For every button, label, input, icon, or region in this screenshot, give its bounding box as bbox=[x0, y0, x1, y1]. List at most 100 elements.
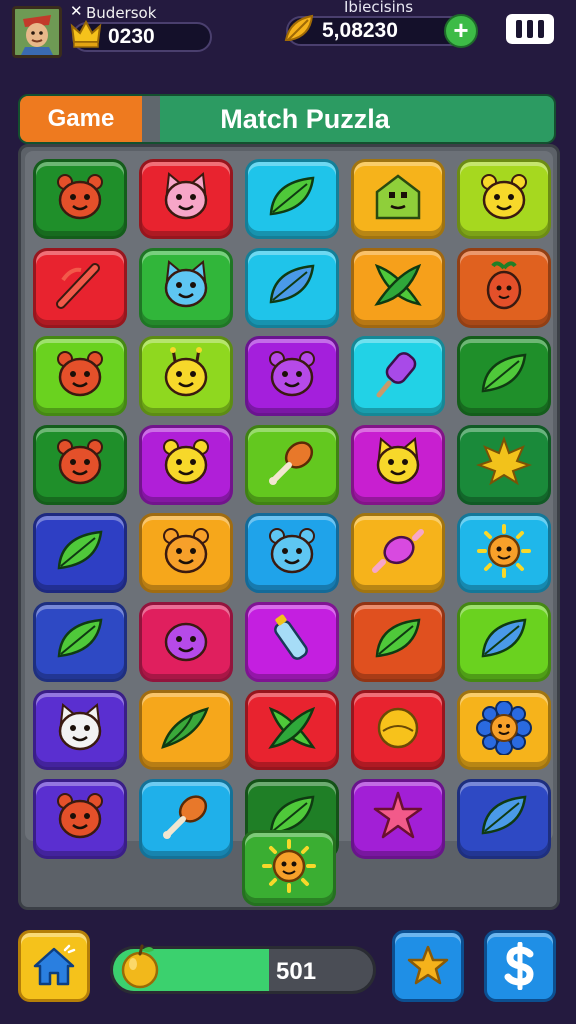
pause-icon-bar bbox=[538, 20, 544, 38]
tile[interactable] bbox=[33, 513, 127, 593]
pink-candy-icon bbox=[369, 524, 427, 583]
bonus-tile[interactable] bbox=[242, 830, 336, 906]
tile[interactable] bbox=[33, 601, 127, 682]
tile[interactable] bbox=[351, 336, 445, 416]
game-tab[interactable]: Game bbox=[20, 96, 142, 142]
coins-value: 5,08230 bbox=[322, 19, 398, 42]
blue-cat-face-icon bbox=[157, 258, 215, 317]
red-bear-face-icon bbox=[51, 347, 109, 406]
pause-icon-bar bbox=[527, 20, 533, 38]
purple-blob-face-icon bbox=[157, 612, 215, 671]
shop-button[interactable] bbox=[484, 930, 556, 1002]
tile[interactable] bbox=[33, 690, 127, 770]
tile[interactable] bbox=[457, 778, 551, 859]
home-button[interactable] bbox=[18, 930, 90, 1002]
tile[interactable] bbox=[457, 690, 551, 770]
tile[interactable] bbox=[245, 247, 339, 328]
star-button[interactable] bbox=[392, 930, 464, 1002]
pause-button[interactable] bbox=[506, 14, 554, 44]
orange-sun-face-icon bbox=[475, 523, 533, 583]
tile[interactable] bbox=[245, 601, 339, 682]
tile[interactable] bbox=[457, 601, 551, 682]
tile[interactable] bbox=[351, 424, 445, 505]
tile[interactable] bbox=[139, 778, 233, 859]
game-board bbox=[18, 144, 560, 910]
star-icon bbox=[407, 945, 449, 985]
tile[interactable] bbox=[457, 336, 551, 416]
add-coins-button[interactable]: + bbox=[444, 14, 478, 48]
tile[interactable] bbox=[139, 690, 233, 770]
tile[interactable] bbox=[245, 336, 339, 416]
tile[interactable] bbox=[351, 159, 445, 239]
tile[interactable] bbox=[139, 513, 233, 593]
tile[interactable] bbox=[351, 513, 445, 593]
blue-leaf-icon bbox=[263, 258, 321, 317]
tile[interactable] bbox=[245, 690, 339, 770]
tile[interactable] bbox=[139, 601, 233, 682]
tile[interactable] bbox=[33, 336, 127, 416]
white-cat-face-icon bbox=[51, 701, 109, 760]
blue-bear-face-icon bbox=[263, 524, 321, 583]
green-leaf-icon bbox=[51, 612, 109, 671]
tile[interactable] bbox=[457, 159, 551, 239]
orange-drumstick-icon bbox=[157, 789, 215, 848]
pink-star-icon bbox=[369, 789, 427, 848]
yellow-cat-face-icon bbox=[369, 435, 427, 494]
red-bear-face-icon bbox=[51, 170, 109, 229]
yellow-bear-face-icon bbox=[157, 435, 215, 494]
tile[interactable] bbox=[139, 247, 233, 328]
title-bar: Match Puzzla Game bbox=[18, 94, 556, 144]
tile[interactable] bbox=[351, 247, 445, 328]
tile[interactable] bbox=[245, 159, 339, 239]
orange-bear-face-icon bbox=[157, 524, 215, 583]
tile[interactable] bbox=[245, 424, 339, 505]
purple-popsicle-icon bbox=[369, 347, 427, 406]
yellow-giraffe-face-icon bbox=[157, 346, 215, 406]
blue-flower-face-icon bbox=[475, 699, 533, 760]
tile[interactable] bbox=[457, 513, 551, 593]
crown-icon bbox=[70, 19, 102, 48]
green-leaf-icon bbox=[51, 524, 109, 583]
blue-leaf-icon bbox=[475, 612, 533, 671]
orange-drumstick-icon bbox=[263, 435, 321, 494]
yellow-maple-leaf-icon bbox=[475, 435, 533, 494]
red-bear-face-icon bbox=[51, 789, 109, 848]
crossed-leaves-icon bbox=[369, 258, 427, 317]
score-value: 0230 bbox=[108, 25, 155, 48]
green-leaves-icon bbox=[157, 701, 215, 760]
green-leaf-icon bbox=[263, 170, 321, 229]
tile[interactable] bbox=[139, 424, 233, 505]
blue-leaf-icon bbox=[475, 789, 533, 848]
player-portrait-icon bbox=[15, 9, 59, 55]
green-leaf-icon bbox=[475, 347, 533, 406]
tile[interactable] bbox=[139, 336, 233, 416]
red-bear-face-icon bbox=[51, 435, 109, 494]
tile[interactable] bbox=[33, 778, 127, 859]
tile[interactable] bbox=[139, 159, 233, 239]
yellow-ball-icon bbox=[369, 701, 427, 760]
tile[interactable] bbox=[33, 159, 127, 239]
orange-sun-face-icon bbox=[260, 838, 318, 898]
blue-bottle-icon bbox=[263, 612, 321, 671]
purple-mouse-face-icon bbox=[263, 347, 321, 406]
energy-value: 501 bbox=[276, 958, 317, 985]
green-house-face-icon bbox=[369, 170, 427, 229]
tile-grid bbox=[25, 151, 553, 859]
red-fruit-face-icon bbox=[475, 258, 533, 317]
pink-pig-face-icon bbox=[157, 170, 215, 229]
score-counter: 0230 bbox=[70, 19, 212, 52]
tile[interactable] bbox=[245, 513, 339, 593]
home-icon bbox=[33, 944, 76, 986]
tile[interactable] bbox=[351, 690, 445, 770]
tile[interactable] bbox=[351, 778, 445, 859]
tile[interactable] bbox=[351, 601, 445, 682]
player-avatar[interactable] bbox=[12, 6, 62, 58]
tile[interactable] bbox=[457, 424, 551, 505]
yellow-bear-face-icon bbox=[475, 170, 533, 229]
tile[interactable] bbox=[33, 424, 127, 505]
dollar-icon bbox=[504, 942, 534, 990]
tile[interactable] bbox=[33, 247, 127, 328]
tile[interactable] bbox=[457, 247, 551, 328]
gold-leaf-icon bbox=[284, 14, 314, 41]
crossed-leaves-icon bbox=[263, 701, 321, 760]
